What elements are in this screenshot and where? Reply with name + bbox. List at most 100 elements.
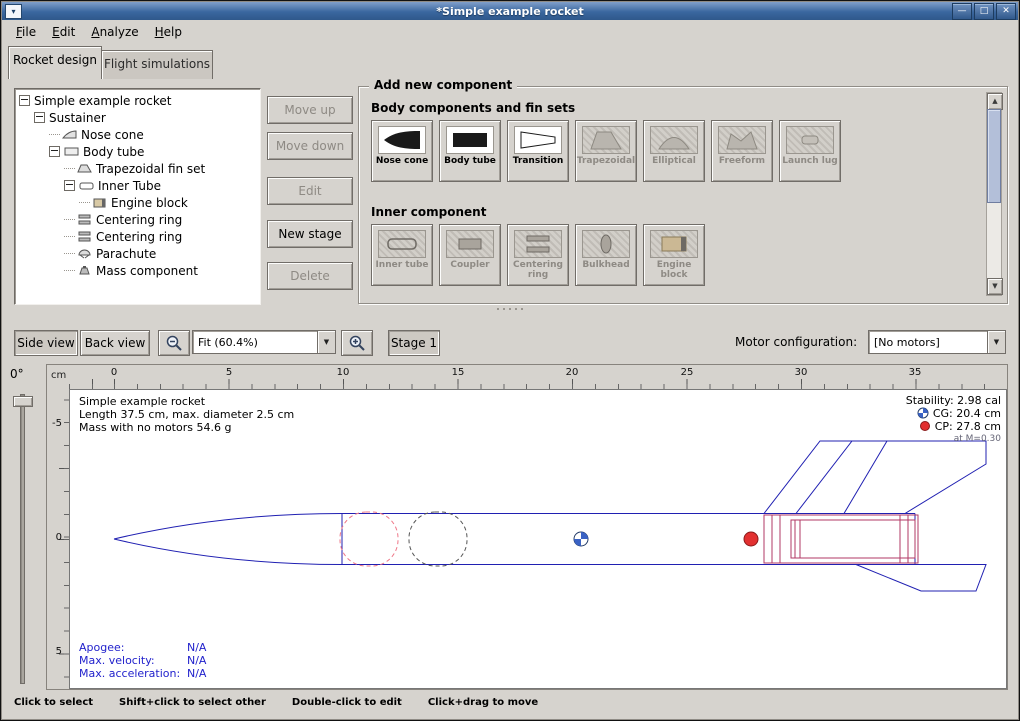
inner-components-row: Inner tube Coupler Centering ring Bulkhe… [371,224,705,286]
engine-block-icon [650,230,698,258]
tab-rocket-design[interactable]: Rocket design [8,46,102,79]
add-nose-cone-button[interactable]: Nose cone [371,120,433,182]
splitter-handle[interactable] [497,308,523,310]
tree-expander-icon[interactable] [34,112,45,123]
centering-ring-icon [77,231,92,242]
move-down-button[interactable]: Move down [267,132,353,160]
back-view-button[interactable]: Back view [80,330,150,356]
menu-analyze[interactable]: Analyze [83,22,146,42]
engine-block-icon [92,197,107,208]
minimize-button[interactable]: — [952,3,972,20]
ruler-unit-label: cm [51,370,66,381]
motor-configuration-label: Motor configuration: [735,335,857,349]
tree-item-fin-set[interactable]: Trapezoidal fin set [15,160,260,177]
trapezoidal-fin-icon [582,126,630,154]
vertical-ruler: -5 0 5 [47,389,69,689]
zoom-in-button[interactable] [341,330,373,356]
move-up-button[interactable]: Move up [267,96,353,124]
edit-button[interactable]: Edit [267,177,353,205]
side-view-button[interactable]: Side view [14,330,78,356]
tree-item-centering-ring-1[interactable]: Centering ring [15,211,260,228]
tab-flight-simulations[interactable]: Flight simulations [101,50,213,79]
window-menu-icon[interactable]: ▾ [5,4,22,19]
tree-item-mass-component[interactable]: Mass component [15,262,260,279]
window-title: *Simple example rocket [2,5,1018,18]
maximize-button[interactable]: □ [974,3,994,20]
motor-configuration-select[interactable]: [No motors] ▼ [868,330,1006,354]
body-tube-icon [64,146,79,157]
scroll-up-icon[interactable]: ▲ [987,93,1003,110]
zoom-out-button[interactable] [158,330,190,356]
tree-item-engine-block[interactable]: Engine block [15,194,260,211]
close-button[interactable]: ✕ [996,3,1016,20]
rocket-info: Simple example rocket Length 37.5 cm, ma… [79,395,294,434]
cp-value: CP: 27.8 cm [935,420,1001,433]
rotation-slider-handle[interactable] [13,396,33,407]
zoom-out-icon [165,334,183,352]
add-centering-ring-button[interactable]: Centering ring [507,224,569,286]
add-component-group: Add new component Body components and fi… [358,86,1008,304]
tree-item-label: Simple example rocket [34,94,171,108]
rotation-value: 0° [10,367,24,381]
menu-file[interactable]: File [8,22,44,42]
body-tube-icon [446,126,494,154]
delete-button[interactable]: Delete [267,262,353,290]
new-stage-button[interactable]: New stage [267,220,353,248]
coupler-icon [446,230,494,258]
status-bar: Click to select Shift+click to select ot… [14,697,538,708]
rotation-slider-track[interactable] [20,394,25,684]
cg-value: CG: 20.4 cm [933,407,1001,420]
add-coupler-button[interactable]: Coupler [439,224,501,286]
rocket-canvas[interactable]: Simple example rocket Length 37.5 cm, ma… [69,389,1007,689]
inner-tube-icon [79,180,94,191]
tree-item-sustainer[interactable]: Sustainer [15,109,260,126]
tree-item-label: Centering ring [96,230,182,244]
stability-value: Stability: 2.98 cal [906,394,1001,407]
tree-item-parachute[interactable]: Parachute [15,245,260,262]
tree-item-inner-tube[interactable]: Inner Tube [15,177,260,194]
stage-1-toggle[interactable]: Stage 1 [388,330,440,356]
freeform-fin-icon [718,126,766,154]
add-bulkhead-button[interactable]: Bulkhead [575,224,637,286]
tree-item-label: Body tube [83,145,144,159]
tree-item-body-tube[interactable]: Body tube [15,143,260,160]
tree-expander-icon[interactable] [64,180,75,191]
rocket-drawing [69,389,1007,689]
add-engine-block-button[interactable]: Engine block [643,224,705,286]
zoom-select[interactable]: Fit (60.4%) ▼ [192,330,336,354]
add-freeform-fin-button[interactable]: Freeform [711,120,773,182]
scrollbar-thumb[interactable] [987,109,1001,203]
add-trapezoidal-fin-button[interactable]: Trapezoidal [575,120,637,182]
cg-icon [917,407,929,419]
cg-marker [574,532,588,546]
tree-expander-icon[interactable] [19,95,30,106]
rocket-view-pane: cm 0 5 10 15 20 25 30 35 -5 0 5 [46,364,1008,690]
launch-lug-icon [786,126,834,154]
inner-component-section-label: Inner component [371,205,486,219]
tree-item-centering-ring-2[interactable]: Centering ring [15,228,260,245]
add-inner-tube-button[interactable]: Inner tube [371,224,433,286]
add-elliptical-fin-button[interactable]: Elliptical [643,120,705,182]
inner-tube-icon [378,230,426,258]
chevron-down-icon[interactable]: ▼ [317,331,335,353]
add-launch-lug-button[interactable]: Launch lug [779,120,841,182]
titlebar[interactable]: ▾ *Simple example rocket — □ ✕ [2,2,1018,20]
fin-set-icon [77,163,92,174]
hint-double-click: Double-click to edit [292,697,402,708]
add-transition-button[interactable]: Transition [507,120,569,182]
parachute-icon [77,248,92,259]
tree-expander-icon[interactable] [49,146,60,157]
tree-item-nose-cone[interactable]: Nose cone [15,126,260,143]
rocket-length: Length 37.5 cm, max. diameter 2.5 cm [79,408,294,421]
scroll-down-icon[interactable]: ▼ [987,278,1003,295]
stability-info: Stability: 2.98 cal CG: 20.4 cm CP: 27.8… [906,394,1001,446]
transition-icon [514,126,562,154]
add-body-tube-button[interactable]: Body tube [439,120,501,182]
menu-edit[interactable]: Edit [44,22,83,42]
body-components-row: Nose cone Body tube Transition Trapezoid… [371,120,841,182]
tree-item-rocket[interactable]: Simple example rocket [15,92,260,109]
tree-item-label: Inner Tube [98,179,161,193]
menu-help[interactable]: Help [147,22,190,42]
component-panel-scrollbar[interactable]: ▲ ▼ [986,92,1002,296]
chevron-down-icon[interactable]: ▼ [987,331,1005,353]
